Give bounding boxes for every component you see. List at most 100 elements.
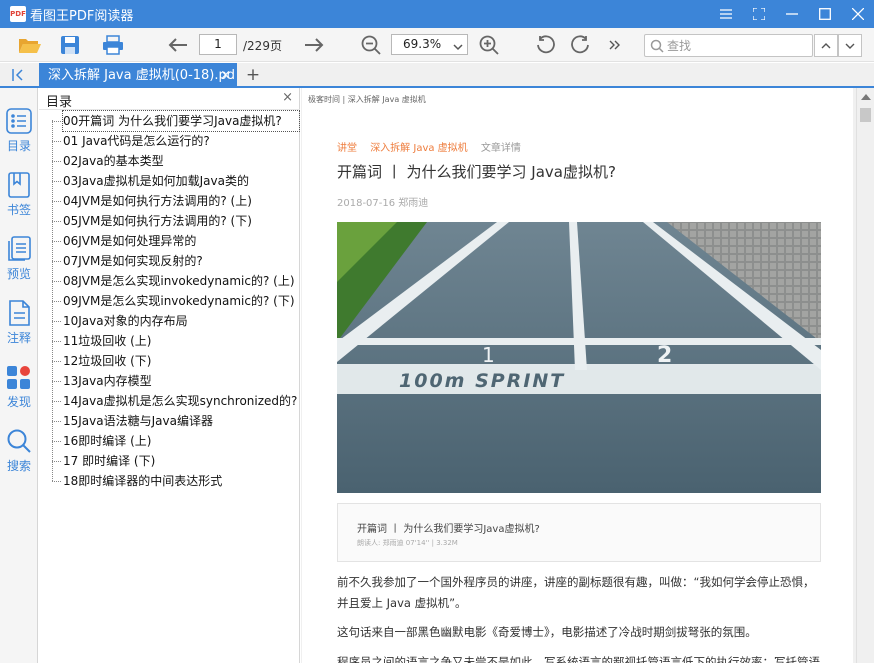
page-total: /229页 xyxy=(243,39,282,53)
tree-line xyxy=(52,181,61,182)
sidebar-item-discover[interactable]: 发现 xyxy=(0,360,38,418)
tree-line xyxy=(52,461,61,462)
breadcrumb-item: 讲堂 xyxy=(337,143,357,154)
sidebar-item-label: 搜索 xyxy=(6,459,31,473)
article-meta: 2018-07-16 郑雨迪 xyxy=(337,198,429,209)
tree-line xyxy=(52,161,61,162)
sidebar-item-annotations[interactable]: 注释 xyxy=(0,296,38,354)
tree-line xyxy=(52,341,61,342)
tree-line xyxy=(52,321,61,322)
zoom-value: 69.3% xyxy=(403,37,442,51)
toc-item[interactable]: 07JVM是如何实现反射的? xyxy=(63,251,299,271)
audio-meta: 朗读人: 郑雨迪 07'14'' | 3.32M xyxy=(357,539,458,547)
sidebar-item-search[interactable]: 搜索 xyxy=(0,424,38,482)
fullscreen-icon[interactable] xyxy=(742,0,775,28)
list-icon xyxy=(6,108,32,134)
toc-item[interactable]: 13Java内存模型 xyxy=(63,371,299,391)
close-icon[interactable]: × xyxy=(282,90,293,105)
toc-item[interactable]: 00开篇词 为什么我们要学习Java虚拟机? xyxy=(62,110,300,132)
search-box[interactable] xyxy=(644,34,813,57)
hero-lane-1: 1 xyxy=(482,343,495,367)
toc-item[interactable]: 14Java虚拟机是怎么实现synchronized的? xyxy=(63,391,299,411)
toc-item[interactable]: 02Java的基本类型 xyxy=(63,151,299,171)
window-controls xyxy=(709,0,874,28)
zoom-select[interactable]: 69.3% xyxy=(391,34,468,55)
article-title: 开篇词 丨 为什么我们要学习 Java虚拟机? xyxy=(337,163,616,181)
add-tab-button[interactable]: + xyxy=(245,66,261,84)
toc-header: 目录 × xyxy=(39,88,300,110)
open-folder-icon[interactable] xyxy=(18,33,42,57)
paragraph: 前不久我参加了一个国外程序员的讲座，讲座的副标题很有趣，叫做：“我如何学会停止恐… xyxy=(337,575,815,610)
maximize-button[interactable] xyxy=(808,0,841,28)
sidebar-rail: 目录 书签 预览 注释 发现 搜索 xyxy=(0,88,38,663)
sidebar-item-label: 目录 xyxy=(6,139,31,153)
discover-icon xyxy=(7,366,30,389)
more-icon[interactable] xyxy=(603,33,627,57)
rotate-left-icon[interactable] xyxy=(533,33,557,57)
toc-item[interactable]: 08JVM是怎么实现invokedynamic的? (上) xyxy=(63,271,299,291)
sidebar-item-label: 书签 xyxy=(6,203,31,217)
breadcrumb-item: 文章详情 xyxy=(480,143,521,154)
toc-item[interactable]: 18即时编译器的中间表达形式 xyxy=(63,471,299,491)
hero-text: 100m SPRINT xyxy=(399,370,565,392)
toc-item[interactable]: 12垃圾回收 (下) xyxy=(63,351,299,371)
toc-item[interactable]: 16即时编译 (上) xyxy=(63,431,299,451)
toc-item[interactable]: 06JVM是如何处理异常的 xyxy=(63,231,299,251)
toc-item[interactable]: 09JVM是怎么实现invokedynamic的? (下) xyxy=(63,291,299,311)
print-icon[interactable] xyxy=(101,33,125,57)
sidebar-item-bookmarks[interactable]: 书签 xyxy=(0,168,38,226)
toc-item[interactable]: 17 即时编译 (下) xyxy=(63,451,299,471)
preview-icon xyxy=(8,236,31,261)
hero-image: 1 2 100m SPRINT xyxy=(337,222,821,493)
paragraph: 程序员之间的语言之争又未尝不是如此。写系统语言的鄙视托管语言低下的执行效率；写托… xyxy=(337,655,820,663)
minimize-button[interactable] xyxy=(775,0,808,28)
search-next-button[interactable] xyxy=(838,34,862,57)
toc-item[interactable]: 03Java虚拟机是如何加载Java类的 xyxy=(63,171,299,191)
tree-line xyxy=(52,281,61,282)
zoom-out-icon[interactable] xyxy=(359,33,383,57)
tree-line xyxy=(52,221,61,222)
breadcrumb-item: 深入拆解 Java 虚拟机 xyxy=(370,143,468,154)
tree-line xyxy=(52,121,61,122)
tree-line xyxy=(52,301,61,302)
prev-page-icon[interactable] xyxy=(166,33,190,57)
tab-document[interactable]: 深入拆解 Java 虚拟机(0-18).pd × xyxy=(39,63,237,88)
tree-line xyxy=(52,421,61,422)
sidebar-item-preview[interactable]: 预览 xyxy=(0,232,38,290)
collapse-sidebar-icon[interactable] xyxy=(10,67,28,83)
bookmark-icon xyxy=(8,172,30,198)
hero-lane-2: 2 xyxy=(657,343,672,368)
document-viewer[interactable]: 极客时间 | 深入拆解 Java 虚拟机 讲堂 深入拆解 Java 虚拟机 文章… xyxy=(301,88,874,663)
toc-item[interactable]: 11垃圾回收 (上) xyxy=(63,331,299,351)
next-page-icon[interactable] xyxy=(302,33,326,57)
save-icon[interactable] xyxy=(58,33,82,57)
search-prev-button[interactable] xyxy=(814,34,838,57)
sidebar-item-label: 发现 xyxy=(6,395,31,409)
scroll-up-icon[interactable] xyxy=(861,94,871,100)
toc-item[interactable]: 05JVM是如何执行方法调用的? (下) xyxy=(63,211,299,231)
search-icon xyxy=(7,429,31,453)
paragraph: 这句话来自一部黑色幽默电影《奇爱博士》，电影描述了冷战时期剑拔弩张的氛围。 xyxy=(337,625,757,639)
tab-close-icon[interactable]: × xyxy=(220,63,231,88)
audio-card[interactable]: 开篇词 丨 为什么我们要学习Java虚拟机? 朗读人: 郑雨迪 07'14'' … xyxy=(337,503,821,562)
page-number-input[interactable]: 1 xyxy=(199,34,237,55)
chevron-down-icon xyxy=(453,39,463,58)
toc-item[interactable]: 10Java对象的内存布局 xyxy=(63,311,299,331)
zoom-in-icon[interactable] xyxy=(477,33,501,57)
toc-item[interactable]: 04JVM是如何执行方法调用的? (上) xyxy=(63,191,299,211)
toc-item[interactable]: 15Java语法糖与Java编译器 xyxy=(63,411,299,431)
tab-label: 深入拆解 Java 虚拟机(0-18).pd xyxy=(48,68,236,83)
toc-item[interactable]: 01 Java代码是怎么运行的? xyxy=(63,131,299,151)
tree-line xyxy=(52,201,61,202)
close-button[interactable] xyxy=(841,0,874,28)
sidebar-item-toc[interactable]: 目录 xyxy=(0,104,38,162)
vertical-scrollbar[interactable] xyxy=(856,88,874,663)
tree-line xyxy=(52,381,61,382)
tree-line xyxy=(52,401,61,402)
rotate-right-icon[interactable] xyxy=(569,33,593,57)
toc-title: 目录 xyxy=(46,95,73,110)
toc-list: 00开篇词 为什么我们要学习Java虚拟机? 01 Java代码是怎么运行的? 02… xyxy=(39,110,300,663)
menu-icon[interactable] xyxy=(709,0,742,28)
search-input[interactable] xyxy=(667,37,807,54)
scroll-thumb[interactable] xyxy=(860,108,871,122)
